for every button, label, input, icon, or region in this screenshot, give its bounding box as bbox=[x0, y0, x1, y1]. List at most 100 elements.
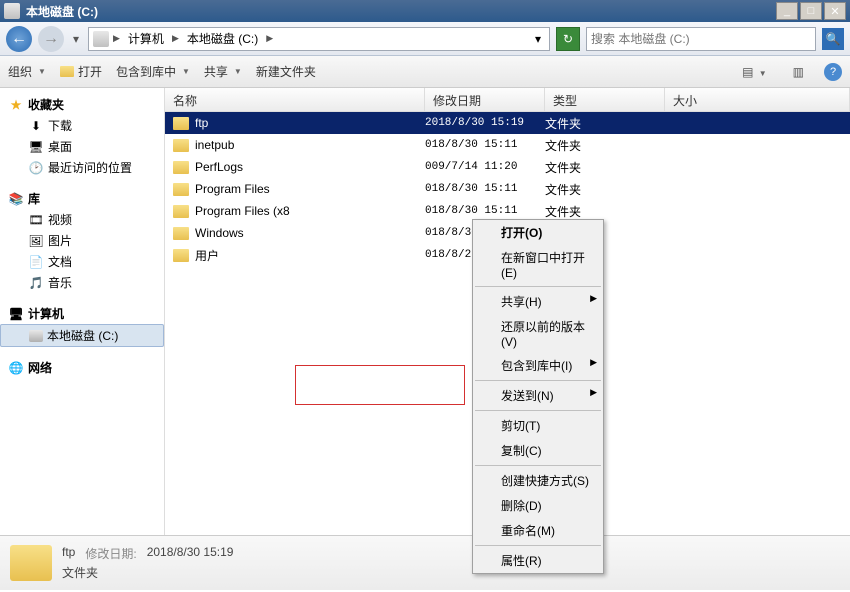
status-name: ftp bbox=[62, 545, 75, 562]
chevron-right-icon: ▶ bbox=[590, 387, 597, 398]
ctx-rename[interactable]: 重命名(M) bbox=[473, 518, 603, 543]
folder-icon bbox=[173, 117, 189, 130]
history-dropdown[interactable]: ▾ bbox=[70, 26, 82, 52]
ctx-include[interactable]: 包含到库中(I)▶ bbox=[473, 353, 603, 378]
ctx-shortcut[interactable]: 创建快捷方式(S) bbox=[473, 468, 603, 493]
file-name: 用户 bbox=[195, 247, 219, 264]
file-name: ftp bbox=[195, 116, 208, 130]
sidebar-desktop[interactable]: 🖥桌面 bbox=[0, 136, 164, 157]
file-type: 文件夹 bbox=[545, 181, 665, 198]
content-area: 名称 修改日期 类型 大小 ftp2018/8/30 15:19文件夹inetp… bbox=[165, 88, 850, 535]
recent-icon: 🕑 bbox=[28, 160, 44, 176]
ctx-delete[interactable]: 删除(D) bbox=[473, 493, 603, 518]
music-icon: 🎵 bbox=[28, 275, 44, 291]
chevron-right-icon: ▶ bbox=[590, 357, 597, 368]
ctx-cut[interactable]: 剪切(T) bbox=[473, 413, 603, 438]
file-row[interactable]: PerfLogs009/7/14 11:20文件夹 bbox=[165, 156, 850, 178]
status-date-label: 修改日期: bbox=[85, 545, 136, 562]
separator bbox=[475, 286, 601, 287]
sidebar-libraries[interactable]: 📚库 bbox=[0, 188, 164, 209]
file-date: 018/8/30 15:11 bbox=[425, 183, 545, 195]
folder-icon bbox=[173, 249, 189, 262]
organize-button[interactable]: 组织▼ bbox=[8, 63, 46, 80]
breadcrumb-computer[interactable]: 计算机 bbox=[124, 28, 168, 49]
back-button[interactable]: ← bbox=[6, 26, 32, 52]
ctx-sendto[interactable]: 发送到(N)▶ bbox=[473, 383, 603, 408]
file-name: Program Files (x8 bbox=[195, 204, 290, 218]
window-title: 本地磁盘 (C:) bbox=[26, 3, 776, 20]
file-type: 文件夹 bbox=[545, 115, 665, 132]
share-button[interactable]: 共享▼ bbox=[204, 63, 242, 80]
column-date[interactable]: 修改日期 bbox=[425, 88, 545, 111]
ctx-share[interactable]: 共享(H)▶ bbox=[473, 289, 603, 314]
context-menu: 打开(O) 在新窗口中打开(E) 共享(H)▶ 还原以前的版本(V) 包含到库中… bbox=[472, 219, 604, 574]
search-button[interactable]: 🔍 bbox=[822, 28, 844, 50]
sidebar-downloads[interactable]: ⬇下载 bbox=[0, 115, 164, 136]
folder-icon bbox=[173, 139, 189, 152]
open-button[interactable]: 打开 bbox=[60, 63, 102, 80]
ctx-properties[interactable]: 属性(R) bbox=[473, 548, 603, 573]
sidebar-computer[interactable]: 🖥计算机 bbox=[0, 303, 164, 324]
sidebar-documents[interactable]: 📄文档 bbox=[0, 251, 164, 272]
status-type: 文件夹 bbox=[62, 564, 98, 581]
folder-icon bbox=[173, 227, 189, 240]
separator bbox=[475, 410, 601, 411]
video-icon: 🎞 bbox=[28, 212, 44, 228]
network-icon: 🌐 bbox=[8, 360, 24, 376]
file-date: 2018/8/30 15:19 bbox=[425, 117, 545, 129]
drive-icon bbox=[29, 330, 43, 342]
chevron-right-icon: ▶ bbox=[264, 33, 275, 44]
refresh-button[interactable]: ↻ bbox=[556, 27, 580, 51]
picture-icon: 🖼 bbox=[28, 233, 44, 249]
search-input[interactable] bbox=[591, 32, 811, 46]
file-type: 文件夹 bbox=[545, 203, 665, 220]
column-name[interactable]: 名称 bbox=[165, 88, 425, 111]
sidebar-music[interactable]: 🎵音乐 bbox=[0, 272, 164, 293]
sidebar-pictures[interactable]: 🖼图片 bbox=[0, 230, 164, 251]
folder-icon bbox=[10, 545, 52, 581]
file-row[interactable]: ftp 2018/8/30 15:19文件夹 bbox=[165, 112, 850, 134]
file-row[interactable]: inetpub018/8/30 15:11文件夹 bbox=[165, 134, 850, 156]
separator bbox=[475, 380, 601, 381]
ctx-open-new[interactable]: 在新窗口中打开(E) bbox=[473, 245, 603, 284]
breadcrumb-icon bbox=[93, 31, 109, 47]
ctx-open[interactable]: 打开(O) bbox=[473, 220, 603, 245]
folder-icon bbox=[60, 66, 74, 77]
toolbar: 组织▼ 打开 包含到库中▼ 共享▼ 新建文件夹 ▤ ▼ ▥ ? bbox=[0, 56, 850, 88]
file-date: 009/7/14 11:20 bbox=[425, 161, 545, 173]
computer-icon: 🖥 bbox=[8, 306, 24, 322]
file-date: 018/8/30 15:11 bbox=[425, 139, 545, 151]
column-headers: 名称 修改日期 类型 大小 bbox=[165, 88, 850, 112]
minimize-button[interactable]: _ bbox=[776, 2, 798, 20]
search-box[interactable] bbox=[586, 27, 816, 51]
sidebar-favorites[interactable]: ★收藏夹 bbox=[0, 94, 164, 115]
file-name: Windows bbox=[195, 226, 244, 240]
ctx-restore[interactable]: 还原以前的版本(V) bbox=[473, 314, 603, 353]
folder-icon bbox=[173, 183, 189, 196]
column-size[interactable]: 大小 bbox=[665, 88, 850, 111]
breadcrumb[interactable]: ▶ 计算机 ▶ 本地磁盘 (C:) ▶ ▾ bbox=[88, 27, 550, 51]
sidebar-network[interactable]: 🌐网络 bbox=[0, 357, 164, 378]
include-button[interactable]: 包含到库中▼ bbox=[116, 63, 190, 80]
sidebar-recent[interactable]: 🕑最近访问的位置 bbox=[0, 157, 164, 178]
breadcrumb-drive[interactable]: 本地磁盘 (C:) bbox=[183, 28, 262, 49]
file-row[interactable]: Program Files018/8/30 15:11文件夹 bbox=[165, 178, 850, 200]
chevron-right-icon: ▶ bbox=[590, 293, 597, 304]
status-bar: ftp 修改日期: 2018/8/30 15:19 文件夹 bbox=[0, 535, 850, 590]
close-button[interactable]: ✕ bbox=[824, 2, 846, 20]
column-type[interactable]: 类型 bbox=[545, 88, 665, 111]
view-button[interactable]: ▤ ▼ bbox=[736, 63, 773, 81]
ctx-copy[interactable]: 复制(C) bbox=[473, 438, 603, 463]
breadcrumb-dropdown[interactable]: ▾ bbox=[531, 32, 545, 46]
desktop-icon: 🖥 bbox=[28, 139, 44, 155]
sidebar-drive-c[interactable]: 本地磁盘 (C:) bbox=[0, 324, 164, 347]
maximize-button[interactable]: □ bbox=[800, 2, 822, 20]
drive-icon bbox=[4, 3, 20, 19]
chevron-right-icon: ▶ bbox=[170, 33, 181, 44]
forward-button[interactable]: → bbox=[38, 26, 64, 52]
newfolder-button[interactable]: 新建文件夹 bbox=[256, 63, 316, 80]
file-name: PerfLogs bbox=[195, 160, 243, 174]
sidebar-videos[interactable]: 🎞视频 bbox=[0, 209, 164, 230]
help-button[interactable]: ? bbox=[824, 63, 842, 81]
preview-pane-button[interactable]: ▥ bbox=[787, 63, 810, 81]
